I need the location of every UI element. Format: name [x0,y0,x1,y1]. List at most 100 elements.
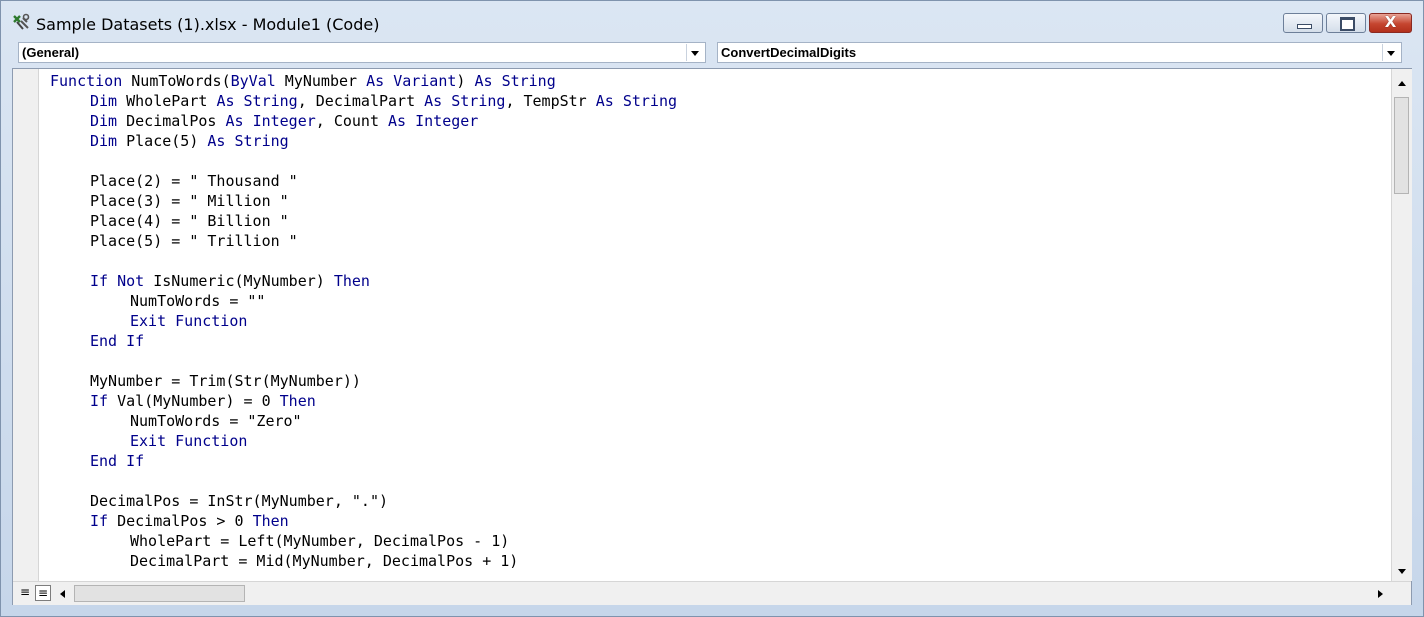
code-text: WholePart = Left(MyNumber, DecimalPos - … [130,532,510,550]
procedure-view-button[interactable]: ≡ [17,585,33,601]
code-keyword: Then [333,272,370,290]
code-text: MyNumber [275,72,367,90]
code-line[interactable]: NumToWords = "" [130,291,265,311]
code-keyword: Then [279,392,316,410]
vertical-scrollbar[interactable] [1391,69,1412,581]
minimize-button[interactable] [1283,13,1323,33]
close-button[interactable]: X [1369,13,1412,33]
code-keyword: String [243,92,298,110]
code-text: MyNumber = Trim(Str(MyNumber)) [90,372,361,390]
minimize-icon [1297,24,1312,29]
scroll-down-button[interactable] [1394,563,1410,580]
code-line[interactable]: Function NumToWords(ByVal MyNumber As Va… [50,71,556,91]
margin-indicator-bar[interactable] [13,69,39,581]
maximize-button[interactable] [1326,13,1366,33]
code-keyword: If [90,392,109,410]
code-line[interactable]: Place(4) = " Billion " [90,211,289,231]
procedure-dropdown-value: ConvertDecimalDigits [721,45,857,60]
object-dropdown-arrow[interactable] [686,44,704,61]
vba-code-window: Sample Datasets (1).xlsx - Module1 (Code… [0,0,1424,617]
code-line[interactable]: Place(2) = " Thousand " [90,171,298,191]
code-text: DecimalPos [117,112,226,130]
code-keyword: Function [175,432,248,450]
vba-module-icon [13,13,30,30]
code-line[interactable]: Dim WholePart As String, DecimalPart As … [90,91,677,111]
code-text: DecimalPart = Mid(MyNumber, DecimalPos +… [130,552,519,570]
code-line[interactable]: If DecimalPos > 0 Then [90,511,289,531]
code-keyword: Exit [130,312,167,330]
code-keyword: As [366,72,385,90]
code-line[interactable]: End If [90,451,144,471]
procedure-dropdown[interactable]: ConvertDecimalDigits [717,42,1402,63]
code-keyword: Function [50,72,123,90]
code-line[interactable]: DecimalPos = InStr(MyNumber, ".") [90,491,388,511]
code-keyword: Integer [415,112,479,130]
chevron-down-icon [691,51,699,56]
arrow-left-icon [60,590,65,598]
window-title: Sample Datasets (1).xlsx - Module1 (Code… [36,15,380,34]
code-text: NumToWords( [122,72,231,90]
code-keyword: As [474,72,493,90]
code-text: Place(5) [117,132,208,150]
code-text: , TempStr [505,92,596,110]
code-text: DecimalPos > 0 [108,512,253,530]
title-bar[interactable]: Sample Datasets (1).xlsx - Module1 (Code… [1,1,1423,39]
code-text: Place(5) = " Trillion " [90,232,298,250]
code-keyword: As [424,92,443,110]
code-keyword: If [90,272,109,290]
code-line[interactable]: WholePart = Left(MyNumber, DecimalPos - … [130,531,509,551]
code-keyword: String [501,72,556,90]
object-dropdown[interactable]: (General) [18,42,706,63]
procedure-dropdown-arrow[interactable] [1382,44,1400,61]
code-line[interactable]: DecimalPart = Mid(MyNumber, DecimalPos +… [130,551,518,571]
full-module-view-button[interactable]: ≡ [35,585,51,601]
scroll-up-button[interactable] [1394,75,1410,92]
code-keyword: Exit [130,432,167,450]
code-keyword: String [451,92,506,110]
code-text: IsNumeric(MyNumber) [144,272,334,290]
code-line[interactable]: If Val(MyNumber) = 0 Then [90,391,316,411]
code-line[interactable]: Place(5) = " Trillion " [90,231,298,251]
arrow-down-icon [1398,569,1406,574]
bottom-bar: ≡ ≡ [13,581,1411,605]
code-keyword: As [207,132,226,150]
code-line[interactable]: Place(3) = " Million " [90,191,289,211]
scroll-left-button[interactable] [57,586,71,601]
code-text: Place(2) = " Thousand " [90,172,298,190]
code-pane: Function NumToWords(ByVal MyNumber As Va… [12,68,1412,605]
horizontal-scroll-thumb[interactable] [74,585,245,602]
code-line[interactable]: Exit Function [130,431,247,451]
code-keyword: If [126,332,145,350]
code-keyword: End [90,452,118,470]
code-text: ) [456,72,475,90]
code-keyword: If [90,512,109,530]
code-line[interactable]: Exit Function [130,311,247,331]
scroll-right-button[interactable] [1373,586,1387,601]
code-line[interactable]: MyNumber = Trim(Str(MyNumber)) [90,371,361,391]
code-line[interactable]: End If [90,331,144,351]
code-keyword: Then [252,512,289,530]
code-text: Place(4) = " Billion " [90,212,289,230]
size-grip[interactable] [1393,586,1409,602]
vertical-scroll-thumb[interactable] [1394,97,1409,194]
code-keyword: As [216,92,235,110]
code-keyword: Integer [252,112,316,130]
code-editor[interactable]: Function NumToWords(ByVal MyNumber As Va… [39,69,1391,581]
code-text: WholePart [117,92,217,110]
code-keyword: String [622,92,678,110]
code-line[interactable]: NumToWords = "Zero" [130,411,302,431]
code-line[interactable]: Dim Place(5) As String [90,131,289,151]
code-text: DecimalPos = InStr(MyNumber, ".") [90,492,389,510]
code-line[interactable]: Dim DecimalPos As Integer, Count As Inte… [90,111,478,131]
code-line[interactable]: If Not IsNumeric(MyNumber) Then [90,271,370,291]
